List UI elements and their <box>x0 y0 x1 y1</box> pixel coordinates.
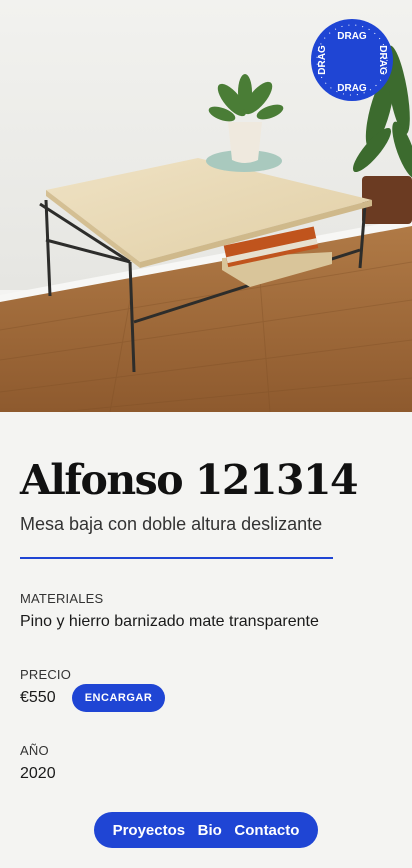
year-value: 2020 <box>20 765 56 782</box>
nav-item-proyectos[interactable]: Proyectos <box>113 822 186 839</box>
nav-item-contacto[interactable]: Contacto <box>234 822 299 839</box>
drag-badge-ring: DRAG DRAG DRAG DRAG <box>316 24 388 96</box>
drag-label-right: DRAG <box>377 45 388 75</box>
order-button[interactable]: ENCARGAR <box>72 684 165 712</box>
price-value: €550 <box>20 689 56 706</box>
drag-label-bottom: DRAG <box>337 83 367 94</box>
product-title: Alfonso 121314 <box>20 456 359 504</box>
price-label: PRECIO <box>20 667 72 682</box>
drag-handle[interactable]: DRAG DRAG DRAG DRAG <box>311 19 393 101</box>
divider <box>20 557 333 559</box>
drag-label-top: DRAG <box>337 31 367 42</box>
materials-value: Pino y hierro barnizado mate transparent… <box>20 613 319 630</box>
product-subtitle: Mesa baja con doble altura deslizante <box>20 514 323 534</box>
drag-label-left: DRAG <box>317 45 328 75</box>
bottom-nav: Proyectos Bio Contacto <box>94 812 318 848</box>
nav-item-bio[interactable]: Bio <box>198 822 222 839</box>
materials-label: MATERIALES <box>20 591 104 606</box>
year-label: AÑO <box>20 743 49 758</box>
